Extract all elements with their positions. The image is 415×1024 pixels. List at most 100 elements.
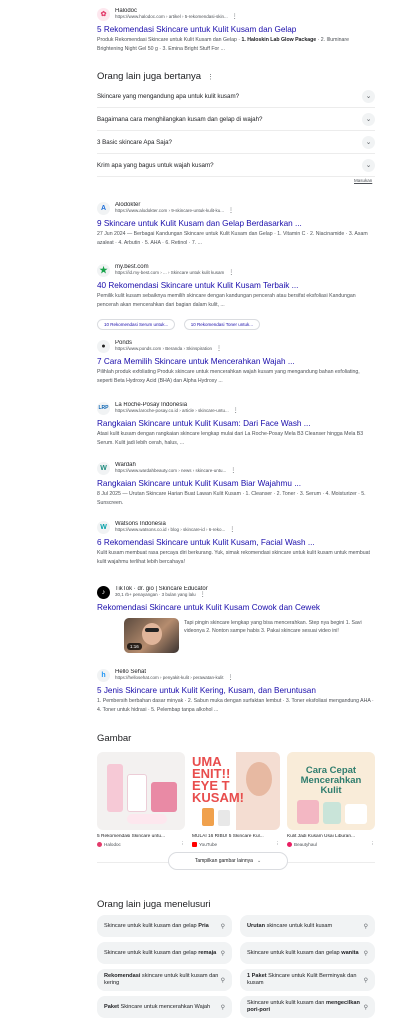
product-bottle <box>202 808 214 826</box>
image-source: Beautyhaul ⋮ <box>287 841 375 847</box>
result-title-link[interactable]: Rangkaian Skincare untuk Kulit Kusam: Da… <box>97 418 375 429</box>
search-result: W Wardah https://www.wardahbeauty.com › … <box>97 460 375 507</box>
result-title-link[interactable]: 7 Cara Memilih Skincare untuk Mencerahka… <box>97 356 375 367</box>
search-icon: ⚲ <box>363 1004 368 1011</box>
result-source[interactable]: W Watsons Indonesia https://www.watsons.… <box>97 519 375 535</box>
more-options-icon[interactable]: ⋮ <box>216 346 222 352</box>
feedback-link[interactable]: Masukan <box>354 178 372 183</box>
result-source[interactable]: W Wardah https://www.wardahbeauty.com › … <box>97 460 375 476</box>
search-icon: ⚲ <box>220 977 225 984</box>
product-bottle <box>107 764 123 812</box>
search-icon: ⚲ <box>220 923 225 930</box>
chevron-down-icon[interactable]: ⌄ <box>362 89 375 103</box>
result-snippet: 27 Jun 2024 — Berbagai Kandungan Skincar… <box>97 231 368 246</box>
result-title-link[interactable]: 5 Rekomendasi Skincare untuk Kulit Kusam… <box>97 24 375 35</box>
sitelink-chip[interactable]: 10 Rekomendasi Serum untuk... <box>97 319 176 330</box>
site-url: https://www.alodokter.com › 9-skincare-u… <box>115 208 235 214</box>
more-options-icon[interactable]: ⋮ <box>200 592 206 598</box>
chevron-down-icon[interactable]: ⌄ <box>362 135 375 149</box>
video-meta: 30,1 rb+ penayangan · 3 bulan yang lalu ⋮ <box>115 592 206 598</box>
result-snippet: Atasi kulit kusam dengan rangkaian skinc… <box>97 431 364 446</box>
result-source[interactable]: ★ my.best.com https://id.my-best.com › .… <box>97 262 375 278</box>
mybest-favicon-icon: ★ <box>97 263 110 277</box>
image-result[interactable]: UMA ENIT!! EYE T KUSAM! MULAI 16 RIBU! 5… <box>192 752 280 847</box>
image-result[interactable]: 5 Rekomendasi Skincare untu... Halodoc ⋮ <box>97 752 185 847</box>
result-title-link[interactable]: Rekomendasi Skincare untuk Kulit Kusam C… <box>97 602 375 613</box>
product-tube <box>297 800 319 824</box>
result-title-link[interactable]: 40 Rekomendasi Skincare untuk Kulit Kusa… <box>97 280 375 291</box>
search-result: W Watsons Indonesia https://www.watsons.… <box>97 519 375 566</box>
alodokter-favicon-icon: A <box>97 201 110 215</box>
site-url: https://hellosehat.com › penyakit-kulit … <box>115 675 234 681</box>
related-search-chip[interactable]: Skincare untuk kulit kusam dan mengecilk… <box>240 996 375 1018</box>
paa-question[interactable]: Skincare yang mengandung apa untuk kulit… <box>97 85 375 108</box>
more-options-icon[interactable]: ⋮ <box>228 270 234 276</box>
show-more-images-button[interactable]: Tampilkan gambar lainnya ⌄ <box>168 852 288 870</box>
images-heading: Gambar <box>97 733 132 744</box>
more-options-icon[interactable]: ⋮ <box>207 73 214 81</box>
more-options-icon[interactable]: ⋮ <box>228 208 234 214</box>
product-bottle <box>218 810 230 826</box>
image-thumbnail[interactable] <box>97 752 185 830</box>
search-icon: ⚲ <box>363 977 368 984</box>
result-title-link[interactable]: Rangkaian Skincare untuk Kulit Kusam Bia… <box>97 478 375 489</box>
image-caption: Kulit Jadi Kusam Usai Liburan... <box>287 834 355 839</box>
paa-question[interactable]: Bagaimana cara menghilangkan kusam dan g… <box>97 108 375 131</box>
site-url: https://www.laroche-posay.co.id › articl… <box>115 408 239 414</box>
beautyhaul-icon <box>287 841 292 847</box>
video-thumbnail[interactable]: 1:16 <box>124 618 179 653</box>
related-search-chip[interactable]: Rekomendasi skincare untuk kulit kusam d… <box>97 969 232 991</box>
search-icon: ⚲ <box>220 1004 225 1011</box>
related-search-chip[interactable]: Urutan skincare untuk kulit kusam ⚲ <box>240 915 375 937</box>
search-result: ✿ Halodoc https://www.halodoc.com › arti… <box>97 6 375 53</box>
result-source[interactable]: LRP La Roche-Posay Indonesia https://www… <box>97 400 375 416</box>
result-title-link[interactable]: 5 Jenis Skincare untuk Kulit Kering, Kus… <box>97 685 375 696</box>
more-options-icon[interactable]: ⋮ <box>233 408 239 414</box>
result-snippet: 8 Jul 2025 — Urutan Skincare Harian Buat… <box>97 491 366 506</box>
more-options-icon[interactable]: ⋮ <box>232 14 238 20</box>
sitelink-chip[interactable]: 10 Rekomendasi Toner untuk... <box>183 319 260 330</box>
result-source[interactable]: ● Ponds https://www.ponds.com › Beranda … <box>97 338 375 354</box>
related-search-chip[interactable]: 1 Paket Skincare untuk Kulit Berminyak d… <box>240 969 375 991</box>
search-result: LRP La Roche-Posay Indonesia https://www… <box>97 400 375 447</box>
image-thumbnail[interactable]: Cara Cepat Mencerahkan Kulit <box>287 752 375 830</box>
search-result: ● Ponds https://www.ponds.com › Beranda … <box>97 338 375 385</box>
related-search-chip[interactable]: Skincare untuk kulit kusam dan gelap rem… <box>97 942 232 964</box>
more-options-icon[interactable]: ⋮ <box>275 841 280 847</box>
search-icon: ⚲ <box>363 950 368 957</box>
search-result: ★ my.best.com https://id.my-best.com › .… <box>97 262 375 331</box>
image-overlay-text: Cara Cepat Mencerahkan Kulit <box>300 765 362 796</box>
related-search-chip[interactable]: Skincare untuk kulit kusam dan gelap wan… <box>240 942 375 964</box>
hellosehat-favicon-icon: h <box>97 668 110 682</box>
video-snippet: Tapi pingin skincare lengkap yang bisa m… <box>184 620 362 634</box>
result-source[interactable]: h Hello Sehat https://hellosehat.com › p… <box>97 667 375 683</box>
laroche-posay-favicon-icon: LRP <box>97 401 110 415</box>
paa-question[interactable]: 3 Basic skincare Apa Saja? ⌄ <box>97 131 375 154</box>
product-tube <box>345 804 367 824</box>
youtube-icon <box>192 841 197 847</box>
image-thumbnail[interactable]: UMA ENIT!! EYE T KUSAM! <box>192 752 280 830</box>
more-options-icon[interactable]: ⋮ <box>229 527 235 533</box>
result-title-link[interactable]: 9 Skincare untuk Kulit Kusam dan Gelap B… <box>97 218 375 229</box>
more-options-icon[interactable]: ⋮ <box>230 468 236 474</box>
face-shape <box>246 762 272 796</box>
result-title-link[interactable]: 6 Rekomendasi Skincare untuk Kulit Kusam… <box>97 537 375 548</box>
site-url: https://www.watsons.co.id › blog › skinc… <box>115 527 236 533</box>
chevron-down-icon[interactable]: ⌄ <box>362 158 375 172</box>
result-source[interactable]: ✿ Halodoc https://www.halodoc.com › arti… <box>97 6 375 22</box>
result-source[interactable]: A Alodokter https://www.alodokter.com › … <box>97 200 375 216</box>
halodoc-favicon-icon: ✿ <box>97 7 110 21</box>
site-url: https://id.my-best.com › ... › Skincare … <box>115 270 235 276</box>
tiktok-favicon-icon: ♪ <box>97 585 110 599</box>
related-search-chip[interactable]: Skincare untuk kulit kusam dan gelap Pri… <box>97 915 232 937</box>
image-result[interactable]: Cara Cepat Mencerahkan Kulit Kulit Jadi … <box>287 752 375 847</box>
more-options-icon[interactable]: ⋮ <box>370 841 375 847</box>
result-snippet: Pilihlah produk exfoliating Produk skinc… <box>97 369 360 384</box>
paa-question[interactable]: Krim apa yang bagus untuk wajah kusam? ⌄ <box>97 154 375 177</box>
image-caption: 5 Rekomendasi Skincare untu... <box>97 834 165 839</box>
related-search-chip[interactable]: Paket Skincare untuk mencerahkan Wajah ⚲ <box>97 996 232 1018</box>
more-options-icon[interactable]: ⋮ <box>228 675 234 681</box>
result-source[interactable]: ♪ TikTok · dr. gio | Skincare Educator 3… <box>97 584 375 600</box>
more-options-icon[interactable]: ⋮ <box>180 841 185 847</box>
chevron-down-icon[interactable]: ⌄ <box>362 112 375 126</box>
